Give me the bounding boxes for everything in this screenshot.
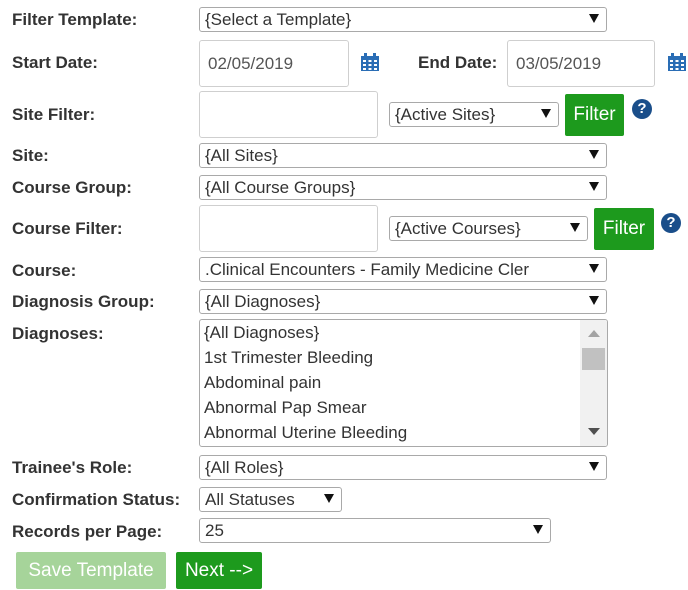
scrollbar-thumb[interactable]	[582, 348, 605, 370]
list-item[interactable]: {All Diagnoses}	[200, 320, 607, 345]
course-select[interactable]: .Clinical Encounters - Family Medicine C…	[199, 257, 607, 282]
course-group-select[interactable]: {All Course Groups}	[199, 175, 607, 200]
site-filter-button[interactable]: Filter	[565, 94, 624, 136]
site-filter-scope-select[interactable]: {Active Sites}	[389, 102, 559, 127]
diagnoses-label: Diagnoses:	[12, 324, 104, 343]
confirmation-status-value: All Statuses	[205, 490, 295, 509]
chevron-down-icon	[589, 14, 599, 23]
chevron-down-icon	[533, 525, 543, 534]
course-group-value: {All Course Groups}	[205, 178, 356, 197]
course-label: Course:	[12, 261, 77, 280]
calendar-icon[interactable]	[360, 53, 380, 72]
diagnosis-group-select[interactable]: {All Diagnoses}	[199, 289, 607, 314]
diagnoses-listbox[interactable]: {All Diagnoses} 1st Trimester Bleeding A…	[199, 319, 608, 447]
site-label: Site:	[12, 146, 49, 165]
list-item[interactable]: 1st Trimester Bleeding	[200, 345, 607, 370]
course-filter-label: Course Filter:	[12, 219, 123, 238]
chevron-down-icon	[541, 109, 551, 118]
end-date-label: End Date:	[418, 53, 498, 72]
course-filter-button[interactable]: Filter	[594, 208, 654, 250]
next-button[interactable]: Next -->	[176, 552, 262, 589]
chevron-down-icon	[324, 494, 334, 503]
course-filter-scope-value: {Active Courses}	[395, 219, 521, 238]
records-per-page-value: 25	[205, 521, 224, 540]
filter-template-select[interactable]: {Select a Template}	[199, 7, 607, 32]
trainee-role-label: Trainee's Role:	[12, 458, 133, 477]
confirmation-status-select[interactable]: All Statuses	[199, 487, 342, 512]
diagnosis-group-value: {All Diagnoses}	[205, 292, 321, 311]
calendar-icon[interactable]	[667, 53, 687, 72]
chevron-down-icon	[589, 264, 599, 273]
question-circle-icon[interactable]: ?	[661, 213, 681, 233]
chevron-down-icon	[589, 150, 599, 159]
list-item[interactable]: Abnormal Uterine Bleeding	[200, 420, 607, 445]
chevron-down-icon	[589, 182, 599, 191]
chevron-down-icon	[589, 462, 599, 471]
list-item[interactable]: Abdominal pain	[200, 370, 607, 395]
records-per-page-label: Records per Page:	[12, 522, 163, 541]
records-per-page-select[interactable]: 25	[199, 518, 551, 543]
course-group-label: Course Group:	[12, 178, 132, 197]
listbox-scrollbar[interactable]	[580, 320, 607, 446]
course-value: .Clinical Encounters - Family Medicine C…	[205, 260, 530, 279]
filter-template-label: Filter Template:	[12, 10, 138, 29]
chevron-down-icon	[570, 223, 580, 232]
diagnosis-group-label: Diagnosis Group:	[12, 292, 155, 311]
course-filter-input[interactable]	[199, 205, 378, 252]
question-circle-icon[interactable]: ?	[632, 99, 652, 119]
start-date-input[interactable]	[199, 40, 349, 87]
site-filter-scope-value: {Active Sites}	[395, 105, 496, 124]
list-item[interactable]: Abnormal Pap Smear	[200, 395, 607, 420]
confirmation-status-label: Confirmation Status:	[12, 490, 181, 509]
end-date-input[interactable]	[507, 40, 655, 87]
site-value: {All Sites}	[205, 146, 278, 165]
chevron-down-icon	[589, 296, 599, 305]
scroll-up-arrow-icon[interactable]	[588, 330, 600, 337]
course-filter-scope-select[interactable]: {Active Courses}	[389, 216, 588, 241]
site-select[interactable]: {All Sites}	[199, 143, 607, 168]
scroll-down-arrow-icon[interactable]	[588, 428, 600, 435]
save-template-button[interactable]: Save Template	[16, 552, 166, 589]
trainee-role-select[interactable]: {All Roles}	[199, 455, 607, 480]
filter-template-value: {Select a Template}	[205, 10, 352, 29]
site-filter-input[interactable]	[199, 91, 378, 138]
trainee-role-value: {All Roles}	[205, 458, 284, 477]
start-date-label: Start Date:	[12, 53, 98, 72]
site-filter-label: Site Filter:	[12, 105, 96, 124]
